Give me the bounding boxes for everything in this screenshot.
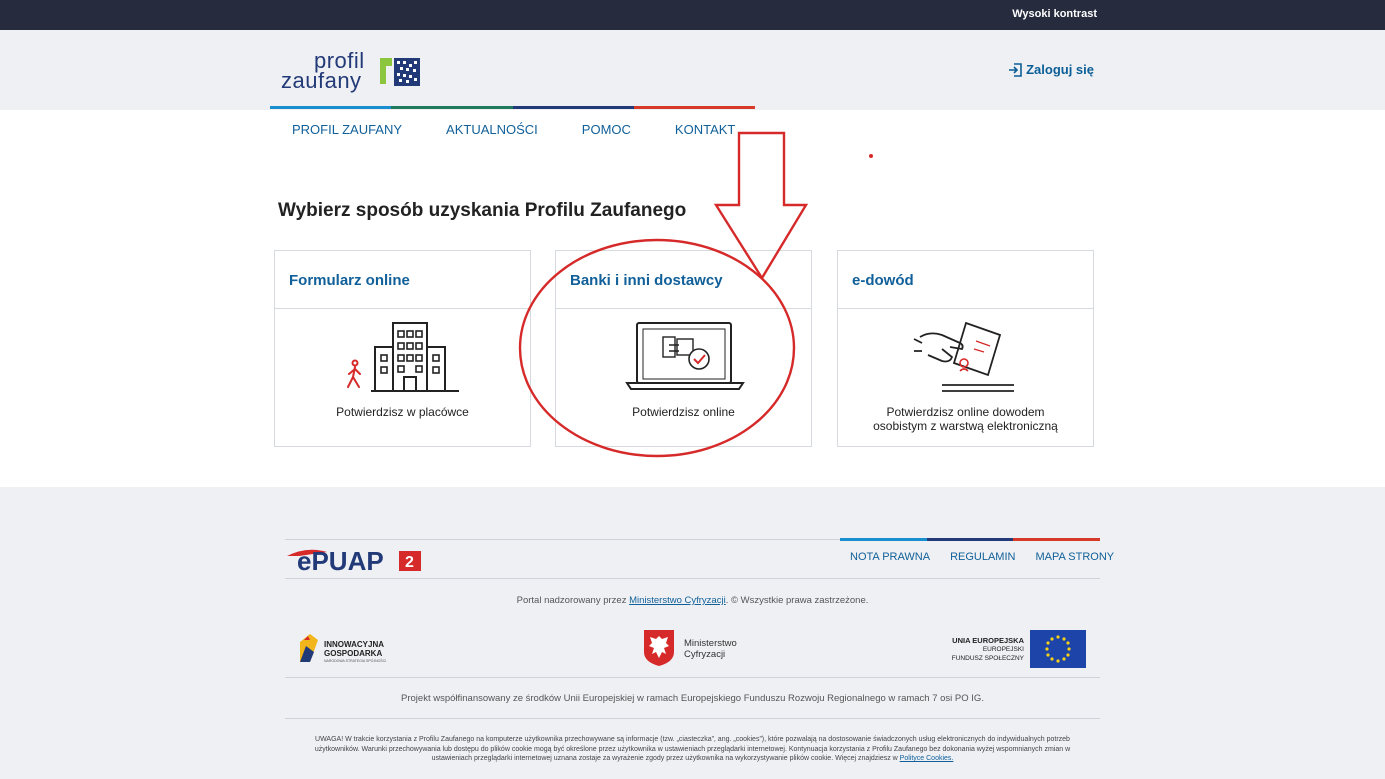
cookie-notice: UWAGA! W trakcie korzystania z Profilu Z… (314, 736, 1071, 762)
high-contrast-toggle[interactable]: Wysoki kontrast (1012, 8, 1097, 20)
footer-link-mapa-strony[interactable]: MAPA STRONY (1035, 551, 1114, 563)
ig-line1: INNOWACYJNA (324, 640, 385, 649)
annotation-dot (869, 154, 873, 158)
mc-line1: Ministerstwo (684, 638, 737, 649)
card-description: Potwierdzisz w placówce (336, 405, 469, 419)
ministry-link[interactable]: Ministerstwo Cyfryzacji (629, 595, 726, 606)
eu-line1: UNIA EUROPEJSKA (952, 636, 1024, 645)
footer-links: NOTA PRAWNA REGULAMIN MAPA STRONY (840, 551, 1114, 563)
card-description-line2: osobistym z warstwą elektroniczną (873, 419, 1058, 433)
id-card-hand-icon (913, 321, 1014, 392)
logo-innowacyjna-gospodarka: INNOWACYJNA GOSPODARKA NARODOWA STRATEGI… (298, 632, 418, 666)
footer: ePUAP 2 NOTA PRAWNA REGULAMIN MAPA STRON… (0, 487, 1385, 779)
building-icon (347, 322, 459, 392)
supervision-text: Portal nadzorowany przez Ministerstwo Cy… (516, 595, 869, 606)
nav-item-pomoc[interactable]: POMOC (560, 122, 653, 137)
mc-line2: Cyfryzacji (684, 649, 726, 660)
card-title: Formularz online (275, 251, 530, 309)
nav-item-profil-zaufany[interactable]: PROFIL ZAUFANY (270, 122, 424, 137)
top-bar: Wysoki kontrast (0, 0, 1385, 30)
cofinance-text: Projekt współfinansowany ze środków Unii… (401, 693, 984, 704)
page-title: Wybierz sposób uzyskania Profilu Zaufane… (278, 200, 687, 221)
nav-item-kontakt[interactable]: KONTAKT (653, 122, 757, 137)
nav-item-aktualnosci[interactable]: AKTUALNOŚCI (424, 122, 560, 137)
logo-word-zaufany: zaufany (281, 68, 362, 93)
laptop-icon (625, 322, 745, 390)
footer-link-regulamin[interactable]: REGULAMIN (950, 551, 1015, 563)
ig-emblem-icon (300, 634, 318, 662)
card-formularz-online[interactable]: Formularz online Potwierdzisz w placówce (274, 250, 531, 447)
logo-unia-europejska: UNIA EUROPEJSKA EUROPEJSKI FUNDUSZ SPOŁE… (940, 630, 1086, 668)
ig-line3: NARODOWA STRATEGIA SPÓJNOŚCI (324, 659, 387, 663)
epuap-version: 2 (405, 554, 414, 571)
card-e-dowod[interactable]: e-dowód Potwierdzisz online dowodem osob… (837, 250, 1094, 447)
login-icon (1009, 62, 1022, 77)
nav-color-stripe (270, 106, 755, 110)
epuap-logo[interactable]: ePUAP 2 (285, 546, 425, 581)
ig-line2: GOSPODARKA (324, 649, 383, 658)
cookie-policy-link[interactable]: Polityce Cookies. (900, 755, 954, 762)
epuap-wordmark: ePUAP (297, 546, 384, 576)
eu-line3: FUNDUSZ SPOŁECZNY (951, 655, 1024, 662)
header: profil zaufany Zaloguj się (0, 30, 1385, 110)
polish-eagle-icon (644, 630, 674, 666)
logo-mark-icon (380, 58, 420, 86)
login-label: Zaloguj się (1026, 62, 1094, 77)
card-description-line1: Potwierdzisz online dowodem (886, 405, 1045, 419)
eu-flag-icon (1030, 630, 1086, 668)
card-title: Banki i inni dostawcy (556, 251, 811, 309)
login-button[interactable]: Zaloguj się (1008, 62, 1094, 77)
card-banki-i-inni-dostawcy[interactable]: Banki i inni dostawcy Potwierdzisz onlin… (555, 250, 812, 447)
card-title: e-dowód (838, 251, 1093, 309)
footer-color-stripe (840, 538, 1101, 541)
footer-link-nota-prawna[interactable]: NOTA PRAWNA (850, 551, 930, 563)
logo-ministerstwo-cyfryzacji: Ministerstwo Cyfryzacji (643, 629, 753, 667)
profil-zaufany-logo[interactable]: profil zaufany (281, 48, 431, 98)
card-description: Potwierdzisz online (632, 405, 735, 419)
main-nav: PROFIL ZAUFANY AKTUALNOŚCI POMOC KONTAKT (270, 122, 757, 137)
eu-line2: EUROPEJSKI (982, 646, 1024, 653)
